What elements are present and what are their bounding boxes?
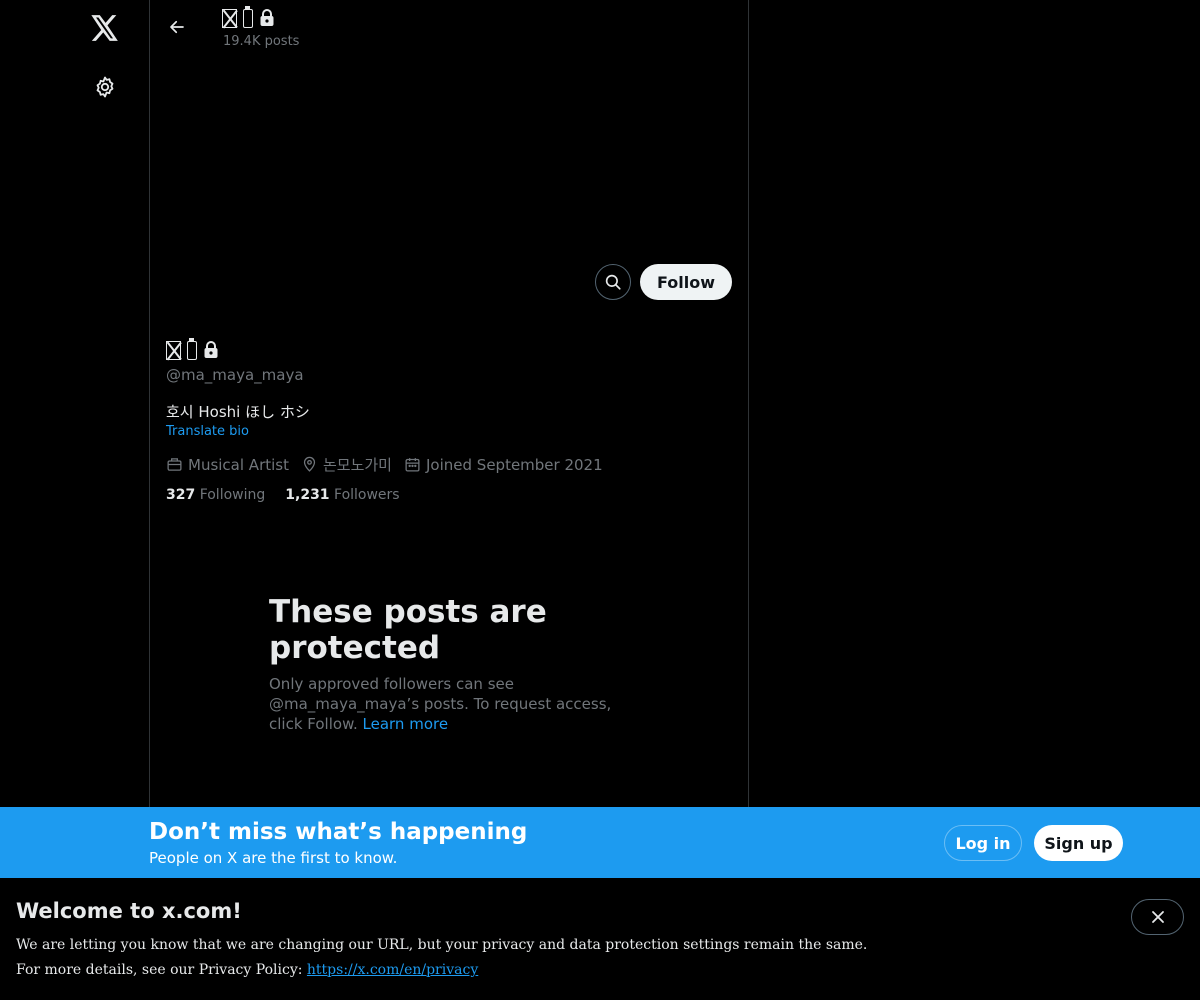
search-icon[interactable] [594, 264, 631, 300]
following-link[interactable]: 327 Following [166, 487, 265, 503]
banner-title: Don’t miss what’s happening [149, 819, 528, 845]
calendar-icon [405, 458, 420, 472]
category-item: Musical Artist [166, 456, 289, 474]
protected-title: These posts are protected [269, 594, 547, 666]
privacy-policy-link[interactable]: https://x.com/en/privacy [307, 962, 478, 978]
following-label: Following [199, 487, 266, 503]
protected-text: Only approved followers can see @ma_maya… [269, 674, 629, 734]
banner-subtitle: People on X are the first to know. [149, 849, 398, 867]
battery-glyph-icon [187, 337, 197, 360]
login-button[interactable]: Log in [944, 825, 1022, 861]
profile-actions: Follow [594, 264, 732, 300]
signup-button[interactable]: Sign up [1034, 825, 1123, 861]
notice-text: We are letting you know that we are chan… [16, 937, 868, 953]
display-name [166, 337, 219, 362]
translate-bio-link[interactable]: Translate bio [166, 424, 249, 439]
handle: @ma_maya_maya [166, 366, 304, 384]
joined-label: Joined September 2021 [426, 455, 603, 474]
follow-button[interactable]: Follow [639, 264, 732, 300]
arrow-left-icon[interactable] [162, 12, 192, 42]
following-count: 327 [166, 487, 196, 503]
follow-counts: 327 Following 1,231 Followers [166, 487, 400, 503]
lock-icon [260, 9, 274, 26]
gear-icon[interactable] [89, 71, 121, 103]
followers-link[interactable]: 1,231 Followers [285, 487, 399, 503]
followers-label: Followers [334, 487, 400, 503]
missing-glyph-icon [166, 340, 181, 360]
url-change-notice: Welcome to x.com! We are letting you kno… [0, 878, 1200, 1000]
location-pin-icon [303, 456, 316, 472]
followers-count: 1,231 [285, 487, 330, 503]
protected-notice: These posts are protected Only approved … [269, 594, 629, 734]
profile-header-bar: 19.4K posts [150, 0, 748, 54]
profile-meta: Musical Artist 논모노가미 Joined September 20… [166, 454, 603, 475]
battery-glyph-icon [243, 5, 253, 28]
location-label: 논모노가미 [322, 456, 392, 474]
notice-privacy-line: For more details, see our Privacy Policy… [16, 962, 478, 978]
signup-banner: Don’t miss what’s happening People on X … [0, 807, 1200, 878]
joined-item: Joined September 2021 [404, 456, 603, 474]
location-item: 논모노가미 [301, 454, 392, 475]
posts-count: 19.4K posts [223, 34, 300, 49]
notice-title: Welcome to x.com! [16, 899, 242, 923]
missing-glyph-icon [222, 8, 237, 28]
close-icon[interactable] [1131, 899, 1184, 935]
notice-privacy-prefix: For more details, see our Privacy Policy… [16, 962, 303, 978]
category-label: Musical Artist [188, 455, 289, 474]
x-logo-icon[interactable] [87, 10, 123, 46]
briefcase-icon [167, 458, 182, 471]
header-display-name [222, 5, 275, 30]
lock-icon [204, 341, 218, 358]
learn-more-link[interactable]: Learn more [363, 715, 449, 733]
bio: 호시 Hoshi ほし ホシ [166, 403, 310, 421]
